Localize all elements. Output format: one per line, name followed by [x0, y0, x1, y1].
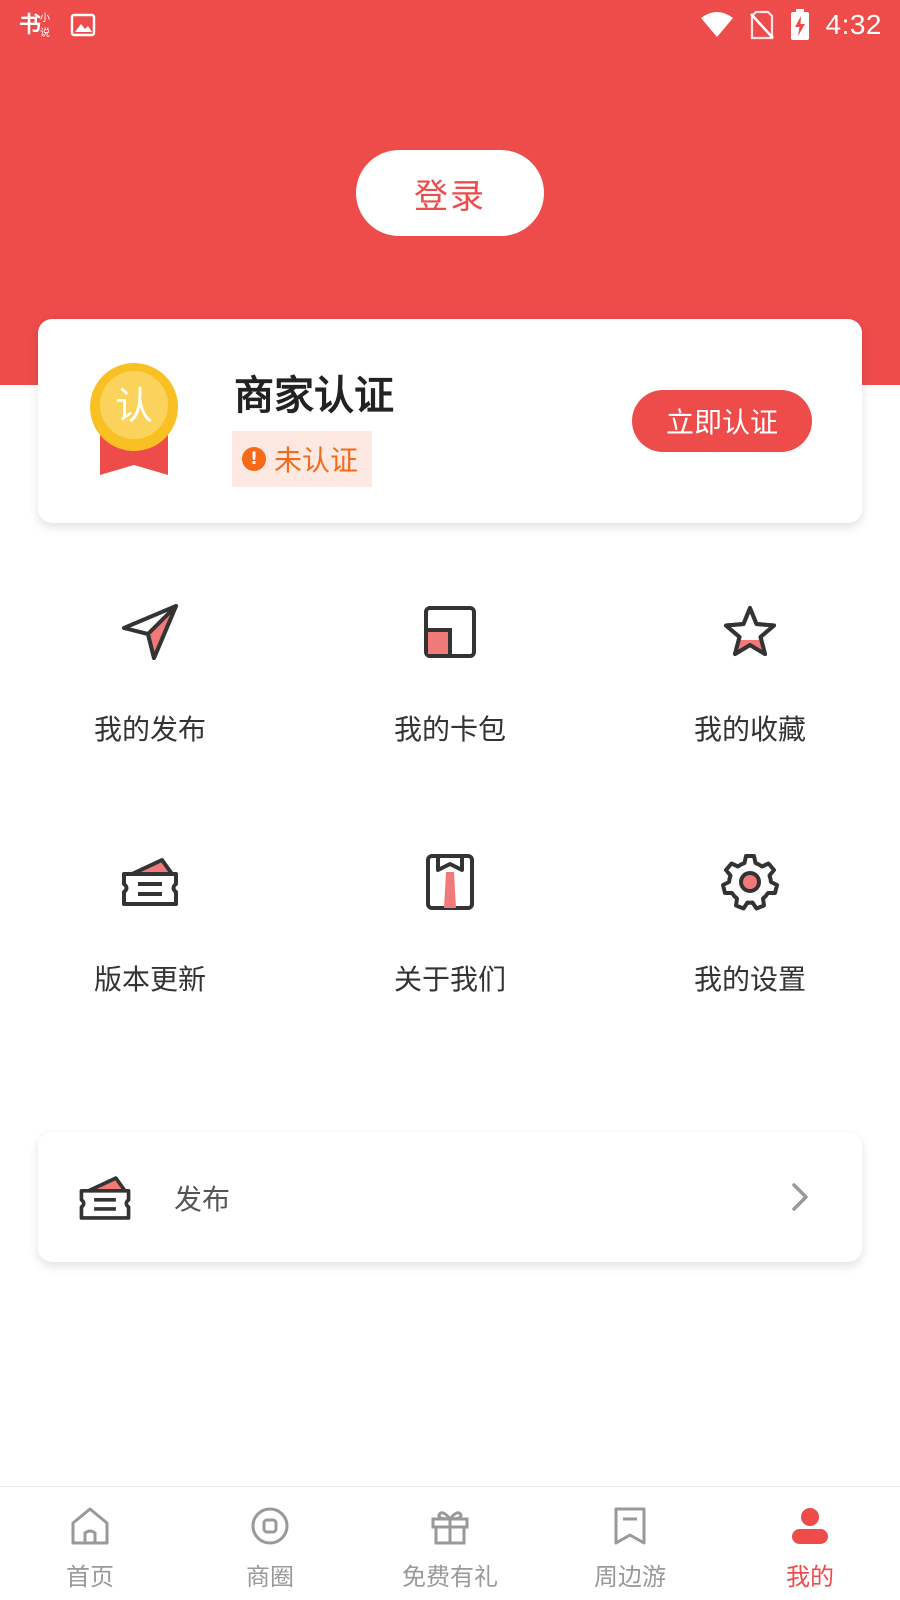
menu-item-version-update[interactable]: 版本更新: [0, 850, 300, 1050]
menu-item-settings[interactable]: 我的设置: [600, 850, 900, 1050]
menu-label: 版本更新: [93, 963, 206, 996]
nav-item-nearby-travel[interactable]: 周边游: [540, 1487, 720, 1600]
about-icon: [426, 854, 474, 910]
user-icon: [792, 1508, 828, 1544]
card-wallet-icon: [424, 606, 476, 658]
nav-label: 商圈: [246, 1563, 294, 1591]
send-icon: [122, 604, 178, 660]
nav-item-mine[interactable]: 我的: [720, 1487, 900, 1600]
menu-label: 我的收藏: [693, 713, 806, 746]
nav-label: 周边游: [594, 1563, 666, 1591]
star-icon: [724, 606, 776, 656]
menu-item-card-wallet[interactable]: 我的卡包: [300, 600, 600, 800]
svg-text:小: 小: [40, 12, 50, 24]
medal-icon: 认: [90, 363, 178, 475]
settings-icon: [721, 854, 779, 911]
verify-now-button[interactable]: 立即认证: [632, 390, 812, 452]
cert-title: 商家认证: [234, 373, 394, 419]
svg-text:说: 说: [40, 26, 50, 39]
menu-item-favorites[interactable]: 我的收藏: [600, 600, 900, 800]
bottom-navigation: 首页 商圈 免费有礼 周边游 我的: [0, 1486, 900, 1600]
status-bar: 书 小 说 4:32: [0, 0, 900, 52]
menu-label: 我的发布: [93, 713, 206, 746]
nav-label: 免费有礼: [402, 1563, 498, 1591]
cert-status-text: 未认证: [274, 444, 359, 477]
medal-character: 认: [115, 384, 153, 428]
nav-label: 首页: [66, 1563, 114, 1591]
menu-label: 我的设置: [693, 963, 806, 996]
bookmark-icon: [614, 1507, 646, 1545]
app-logo-icon: 书 小 说: [19, 12, 50, 39]
publish-label: 发布: [174, 1183, 231, 1216]
menu-item-about-us[interactable]: 关于我们: [300, 850, 600, 1050]
nav-item-business-circle[interactable]: 商圈: [180, 1487, 360, 1600]
wifi-icon: [700, 12, 733, 37]
ticket-icon: [122, 858, 178, 906]
no-sim-icon: [749, 10, 774, 40]
clock: 4:32: [825, 9, 882, 40]
chevron-right-icon: [792, 1183, 808, 1211]
menu-label: 我的卡包: [393, 713, 506, 746]
nav-label: 我的: [786, 1563, 834, 1591]
status-icons: 4:32: [700, 8, 883, 42]
home-icon: [71, 1507, 109, 1545]
publish-row[interactable]: 发布: [38, 1132, 862, 1262]
circle-icon: [251, 1507, 289, 1545]
merchant-certification-card: 认 商家认证 ! 未认证 立即认证: [38, 319, 862, 523]
battery-charging-icon: [790, 9, 809, 40]
image-icon: [70, 13, 96, 37]
menu-label: 关于我们: [393, 963, 506, 996]
ticket-icon: [79, 1176, 131, 1220]
login-button[interactable]: 登录: [356, 150, 544, 236]
gift-icon: [431, 1511, 469, 1545]
cert-status-badge: ! 未认证: [232, 431, 373, 487]
nav-item-free-gifts[interactable]: 免费有礼: [360, 1487, 540, 1600]
nav-item-home[interactable]: 首页: [0, 1487, 180, 1600]
warning-icon: !: [242, 447, 266, 471]
svg-text:书: 书: [19, 12, 41, 38]
menu-item-my-posts[interactable]: 我的发布: [0, 600, 300, 800]
